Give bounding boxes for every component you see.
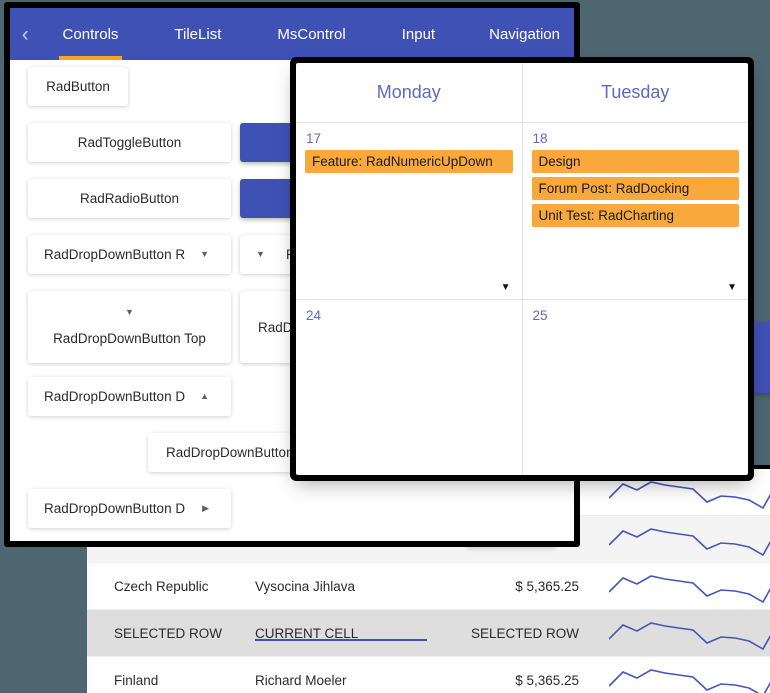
day-number: 25 (523, 300, 749, 323)
table-row[interactable]: FinlandRichard Moeler$ 5,365.25 (87, 657, 770, 693)
sparkline-chart (597, 660, 770, 693)
app-stage: Czech RepublicVysocina Jihlava$ 5,365.25… (0, 0, 770, 693)
tab-controls[interactable]: Controls (49, 8, 133, 60)
triangle-down-icon[interactable]: ▼ (727, 283, 737, 293)
chevron-down-icon: ▼ (256, 250, 265, 259)
rad-dropdown-button-left[interactable]: RadDropDownButton D ▶ (28, 489, 231, 528)
button-label: RadButton (46, 79, 110, 94)
appointment[interactable]: Unit Test: RadCharting (532, 204, 740, 227)
button-label: RadDropDownButton R (44, 247, 185, 262)
table-row[interactable]: Czech RepublicVysocina Jihlava$ 5,365.25 (87, 563, 770, 610)
table-cell[interactable]: CURRENT CELL (247, 626, 439, 641)
day-number: 17 (296, 123, 522, 146)
scheduler-day-cell[interactable]: 17 Feature: RadNumericUpDown ▼ (296, 123, 522, 300)
tab-bar: ‹ Controls TileList MsControl Input Navi… (10, 8, 574, 60)
rad-dropdown-button-up[interactable]: RadDropDownButton D ▲ (28, 377, 231, 416)
rad-dropdown-button-top[interactable]: ▼ RadDropDownButton Top (28, 291, 231, 363)
scheduler-column: Monday17 Feature: RadNumericUpDown ▼ 24 (296, 63, 522, 475)
tab-label: MsControl (277, 26, 345, 43)
button-label: RadDropDownButton D (44, 501, 185, 516)
table-cell[interactable]: $ 5,365.25 (439, 579, 597, 594)
scheduler-column-header: Tuesday (523, 63, 749, 123)
table-cell[interactable]: SELECTED ROW (439, 626, 597, 641)
scheduler-column-header: Monday (296, 63, 522, 123)
button-label: RadDropDownButton D (44, 389, 185, 404)
sparkline-chart (597, 472, 770, 512)
tab-mscontrol[interactable]: MsControl (263, 8, 359, 60)
table-cell[interactable]: Finland (87, 673, 247, 688)
appointment-list (523, 323, 749, 327)
appointment-list: Design Forum Post: RadDocking Unit Test: R… (523, 146, 749, 227)
triangle-down-icon[interactable]: ▼ (501, 283, 511, 293)
sparkline-chart (597, 566, 770, 606)
scheduler-day-cell[interactable]: 18 Design Forum Post: RadDocking Unit Test:… (523, 123, 749, 300)
sparkline-chart (597, 519, 770, 559)
tab-label: Navigation (489, 26, 560, 43)
table-row[interactable]: SELECTED ROWCURRENT CELLSELECTED ROW (87, 610, 770, 657)
table-cell[interactable]: SELECTED ROW (87, 626, 247, 641)
appointment[interactable]: Forum Post: RadDocking (532, 177, 740, 200)
rad-dropdown-button-right[interactable]: RadDropDownButton R ▼ (28, 235, 231, 274)
appointment-list (296, 323, 522, 327)
button-label: RadToggleButton (78, 135, 182, 150)
appointment[interactable]: Design (532, 150, 740, 173)
button-label: RadRadioButton (80, 191, 179, 206)
chevron-left-icon[interactable]: ‹ (10, 24, 41, 45)
day-number: 18 (523, 123, 749, 146)
chevron-right-icon: ▶ (202, 504, 209, 513)
rad-toggle-button[interactable]: RadToggleButton (28, 123, 231, 162)
appointment-list: Feature: RadNumericUpDown (296, 146, 522, 173)
tab-label: TileList (174, 26, 221, 43)
day-number: 24 (296, 300, 522, 323)
table-cell[interactable]: Richard Moeler (247, 673, 439, 688)
sparkline-chart (597, 613, 770, 653)
chevron-down-icon: ▼ (200, 250, 209, 259)
tab-label: Controls (63, 26, 119, 43)
scheduler-column: Tuesday18 Design Forum Post: RadDocking Uni… (522, 63, 749, 475)
rad-button[interactable]: RadButton (28, 67, 128, 106)
button-label: RadDropDownButton Top (53, 331, 206, 346)
appointment[interactable]: Feature: RadNumericUpDown (305, 150, 513, 173)
table-cell[interactable]: Czech Republic (87, 579, 247, 594)
rad-radio-button[interactable]: RadRadioButton (28, 179, 231, 218)
scheduler-window: Monday17Feature: RadNumericUpDown▼24Tues… (296, 63, 748, 475)
chevron-up-icon: ▲ (200, 392, 209, 401)
tab-tilelist[interactable]: TileList (160, 8, 235, 60)
tab-input[interactable]: Input (388, 8, 449, 60)
tab-label: Input (402, 26, 435, 43)
scheduler-day-cell[interactable]: 24 (296, 300, 522, 476)
button-label: RadDropDownButton L (166, 445, 305, 460)
table-cell[interactable]: Vysocina Jihlava (247, 579, 439, 594)
table-cell[interactable]: $ 5,365.25 (439, 673, 597, 688)
scheduler-day-cell[interactable]: 25 (523, 300, 749, 476)
chevron-down-icon: ▼ (125, 308, 134, 317)
tab-navigation[interactable]: Navigation (475, 8, 574, 60)
